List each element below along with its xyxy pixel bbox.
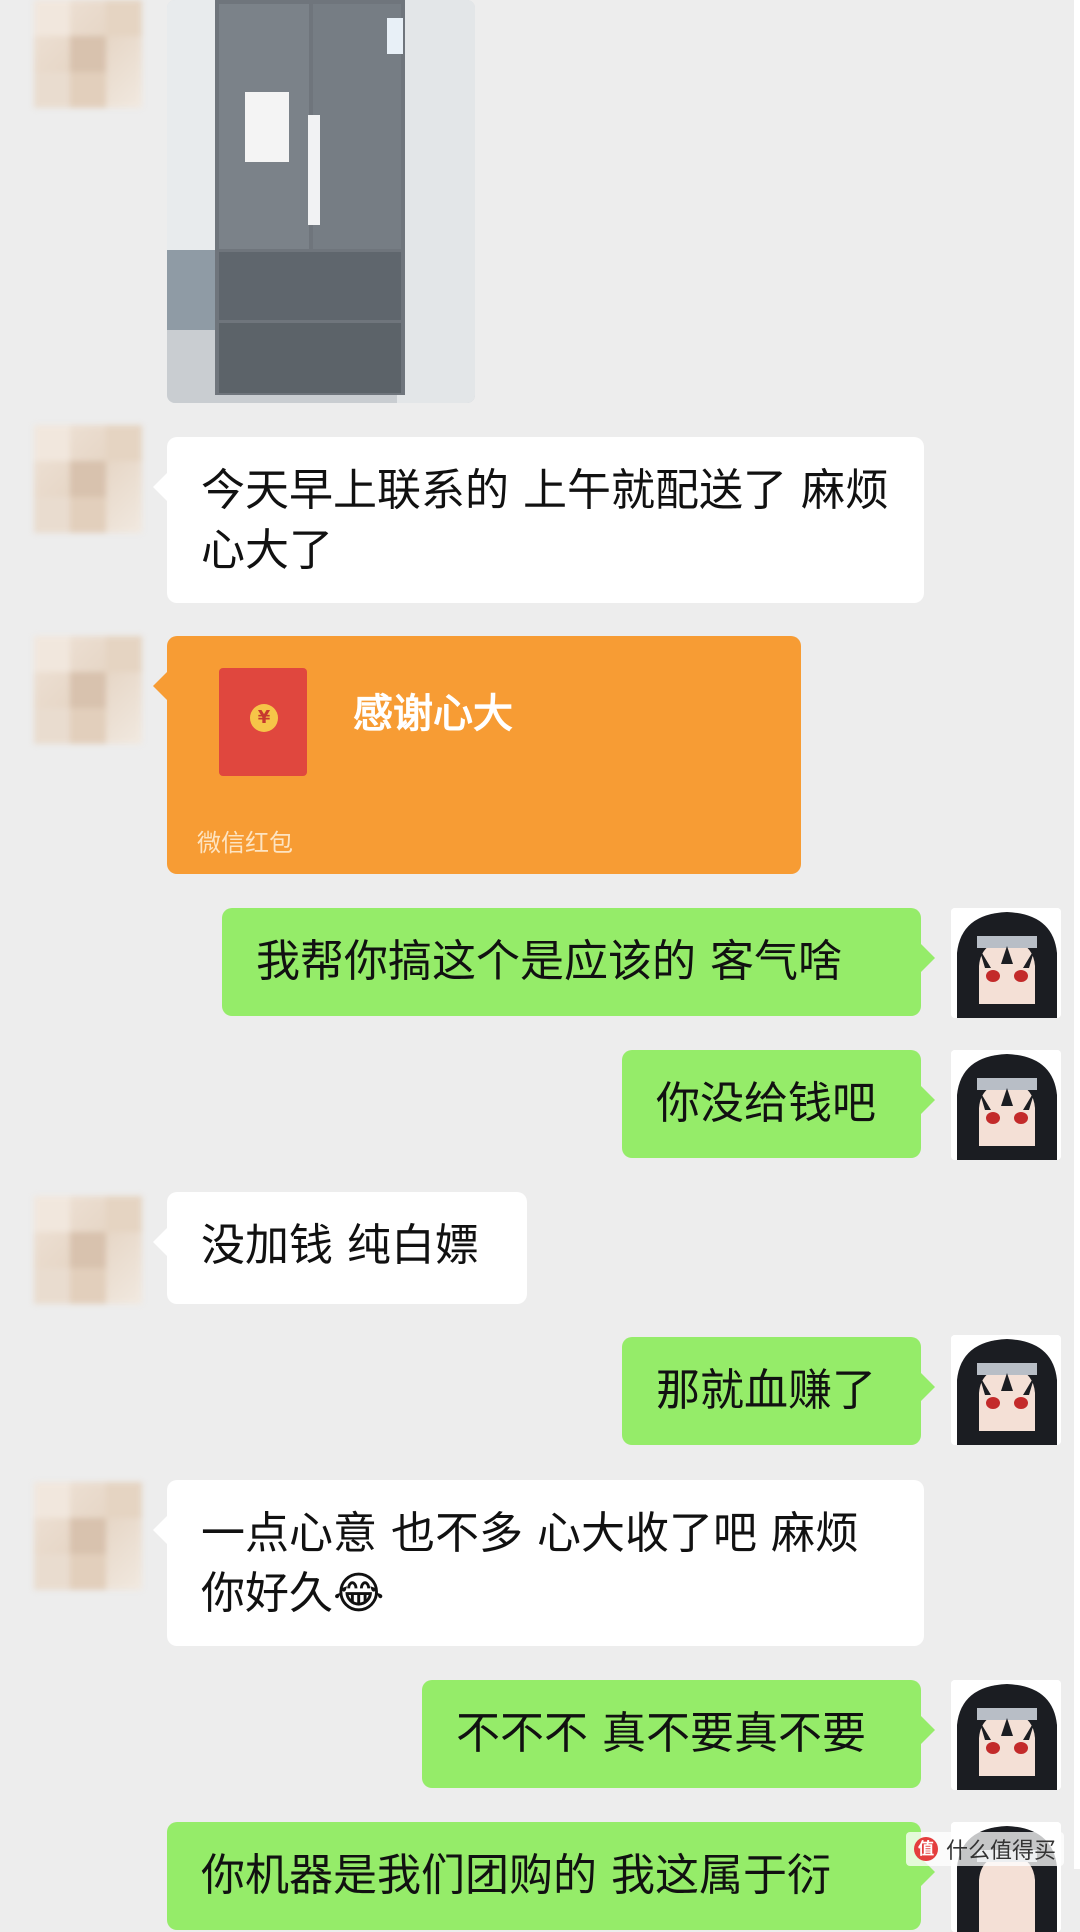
red-packet-title: 感谢心大 [353, 691, 513, 737]
anime-avatar-graphic [951, 1680, 1061, 1790]
contact-avatar[interactable] [34, 1482, 142, 1590]
message-text: 一点心意 也不多 心大收了吧 麻烦你好久😂 [201, 1508, 859, 1619]
frame-edge [1074, 0, 1080, 1869]
refrigerator-photo[interactable] [167, 0, 475, 403]
message-text: 不不不 真不要真不要 [456, 1708, 866, 1759]
user-avatar[interactable] [951, 1335, 1061, 1445]
watermark: 值 什么值得买 [905, 1832, 1064, 1866]
message-bubble-incoming[interactable]: 一点心意 也不多 心大收了吧 麻烦你好久😂 [153, 1480, 924, 1646]
watermark-logo-icon: 值 [913, 1837, 938, 1861]
red-packet-label: 微信红包 [197, 829, 293, 857]
contact-avatar[interactable] [34, 1196, 142, 1304]
anime-avatar-graphic [951, 1050, 1061, 1160]
message-bubble-outgoing[interactable]: 那就血赚了 [622, 1337, 935, 1445]
user-avatar[interactable] [951, 1680, 1061, 1790]
contact-avatar[interactable] [34, 425, 142, 533]
watermark-text: 什么值得买 [945, 1839, 1056, 1864]
coin-icon: ¥ [250, 704, 278, 732]
message-text: 你没给钱吧 [656, 1078, 876, 1129]
message-text: 你机器是我们团购的 我这属于衍 [201, 1850, 831, 1901]
message-bubble-outgoing[interactable]: 不不不 真不要真不要 [422, 1680, 935, 1788]
user-avatar[interactable] [951, 908, 1061, 1018]
red-packet-message[interactable]: ¥ 感谢心大 微信红包 [153, 636, 801, 874]
message-text: 我帮你搞这个是应该的 客气啥 [256, 936, 842, 987]
contact-avatar[interactable] [34, 0, 142, 108]
refrigerator-photo-graphic [167, 0, 475, 403]
message-text: 今天早上联系的 上午就配送了 麻烦心大了 [201, 465, 889, 576]
user-avatar[interactable] [951, 1050, 1061, 1160]
message-bubble-outgoing[interactable]: 我帮你搞这个是应该的 客气啥 [222, 908, 935, 1016]
message-bubble-outgoing[interactable]: 你没给钱吧 [622, 1050, 935, 1158]
message-text: 那就血赚了 [656, 1365, 876, 1416]
red-envelope-icon: ¥ [219, 668, 307, 776]
message-bubble-outgoing[interactable]: 你机器是我们团购的 我这属于衍 [167, 1822, 935, 1930]
anime-avatar-graphic [951, 1335, 1061, 1445]
message-bubble-incoming[interactable]: 今天早上联系的 上午就配送了 麻烦心大了 [153, 437, 924, 603]
anime-avatar-graphic [951, 908, 1061, 1018]
contact-avatar[interactable] [34, 636, 142, 744]
message-bubble-incoming[interactable]: 没加钱 纯白嫖 [153, 1192, 527, 1304]
message-text: 没加钱 纯白嫖 [201, 1220, 479, 1271]
